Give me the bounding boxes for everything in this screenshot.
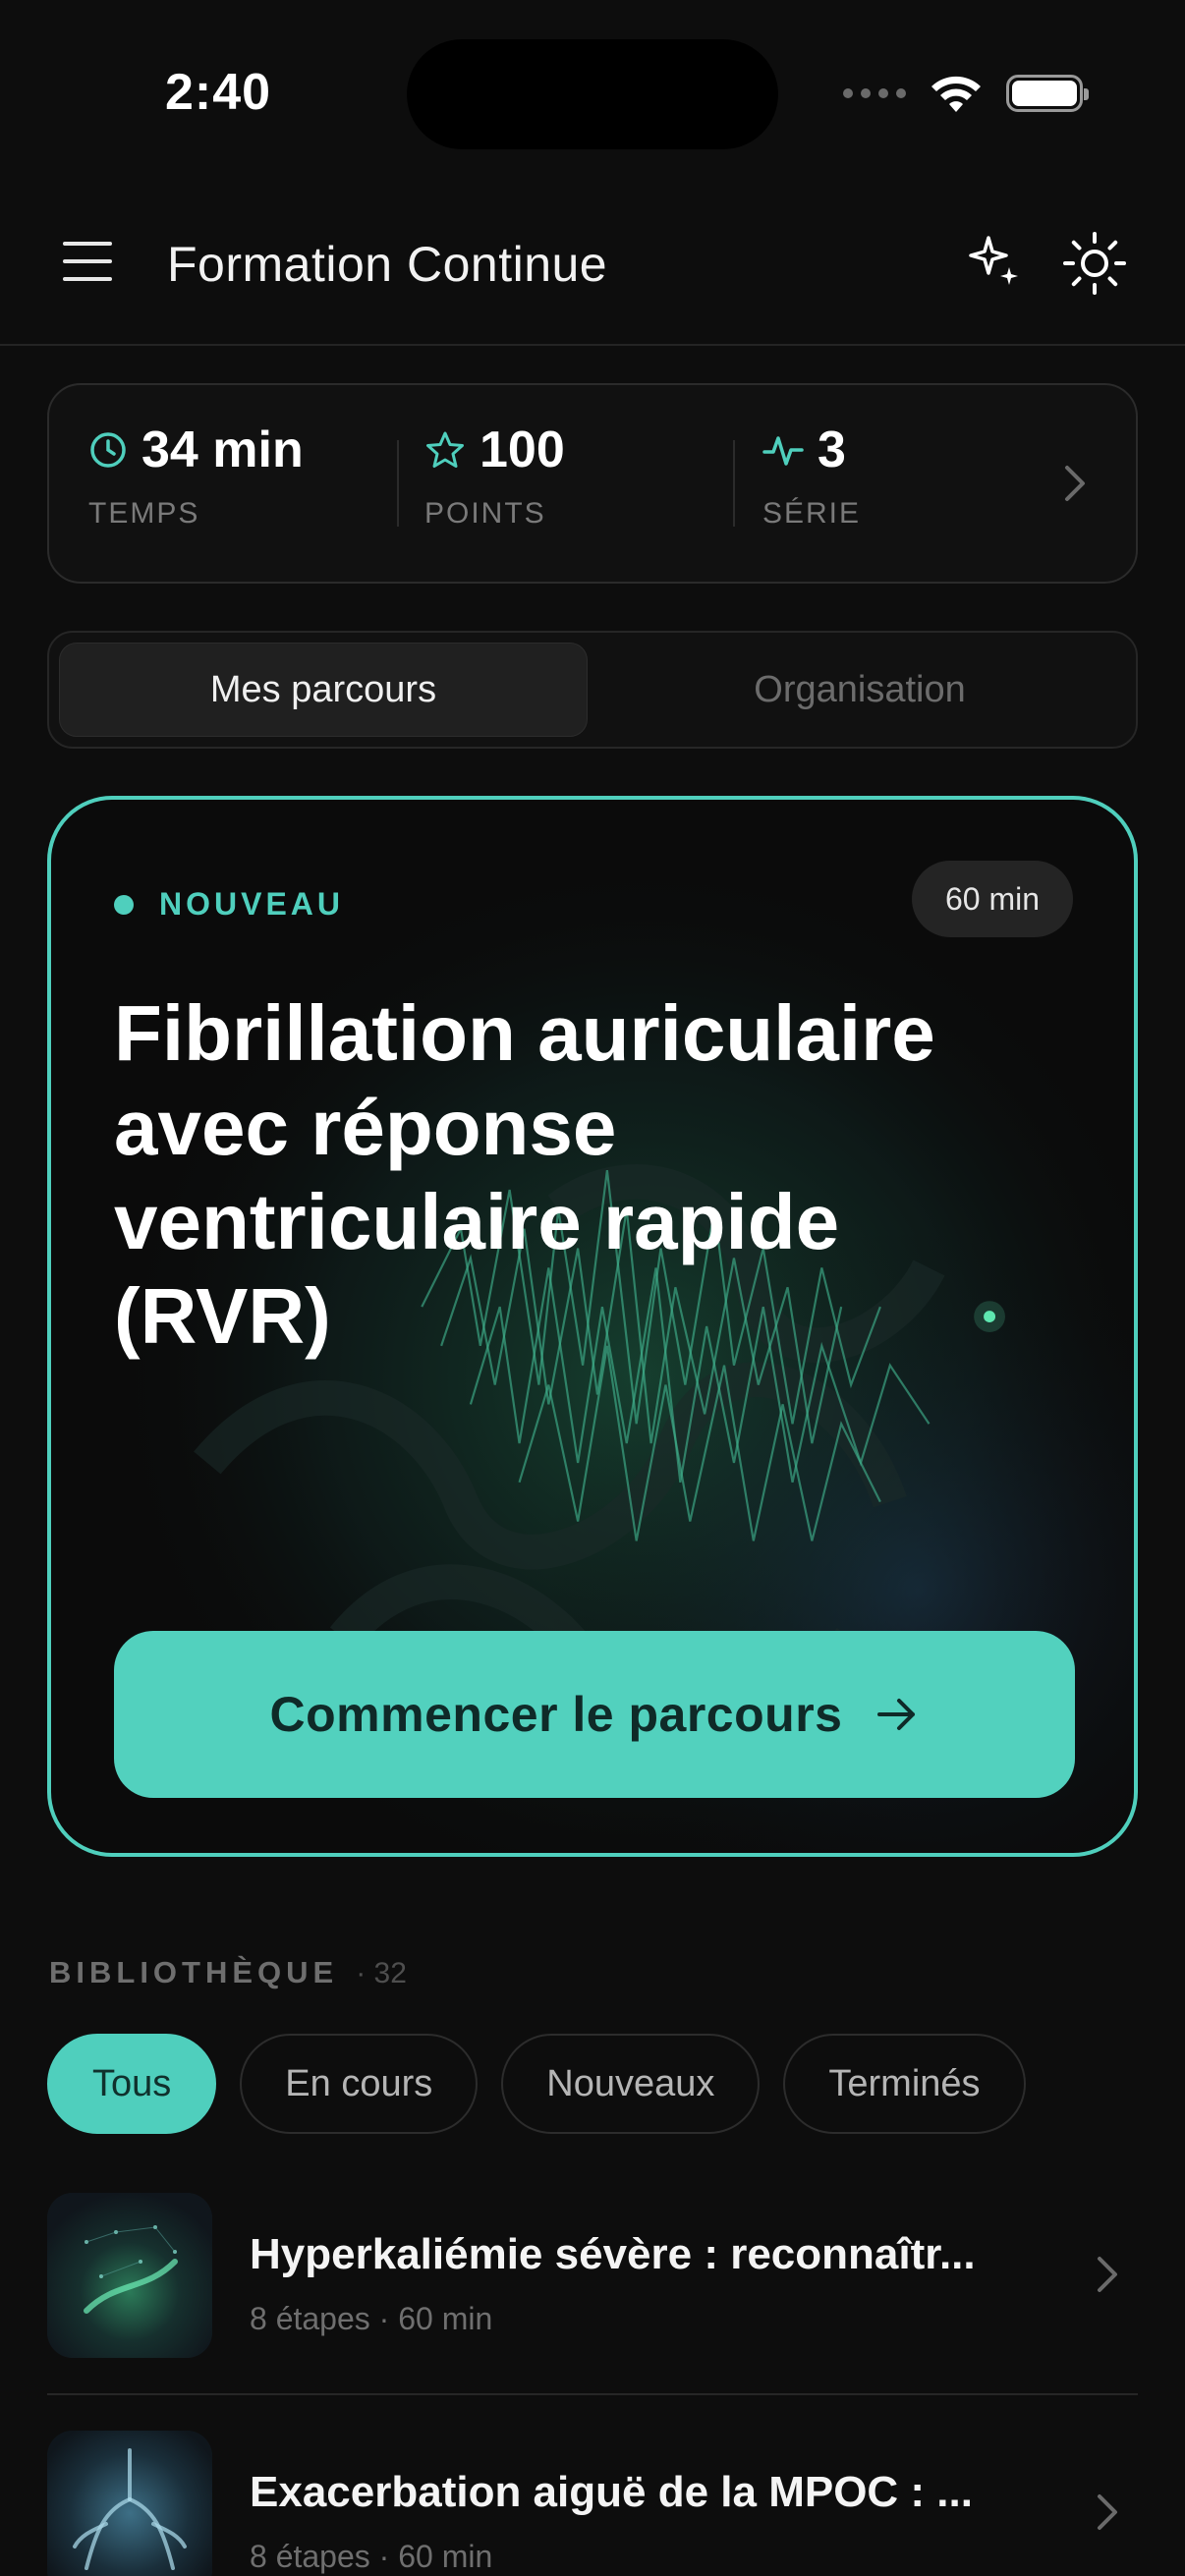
featured-title: Fibrillation auriculaire avec réponse ve… — [114, 989, 935, 1360]
new-badge-label: NOUVEAU — [159, 886, 345, 922]
list-divider — [47, 2393, 1138, 2395]
stat-points: 100 POINTS — [424, 420, 565, 531]
app-header: Formation Continue — [0, 187, 1185, 346]
dynamic-island — [407, 39, 778, 149]
page-title: Formation Continue — [167, 237, 608, 292]
app-screen: 2:40 Formation Continue 34 min TEMPS 100… — [0, 0, 1185, 2576]
start-course-button[interactable]: Commencer le parcours — [114, 1631, 1075, 1798]
stat-streak-value: 3 — [818, 421, 846, 478]
course-thumbnail — [47, 2193, 212, 2358]
filter-chip-nouveaux[interactable]: Nouveaux — [501, 2034, 761, 2134]
stats-card[interactable]: 34 min TEMPS 100 POINTS 3 SÉRIE — [47, 383, 1138, 584]
activity-icon — [762, 436, 804, 466]
chevron-right-icon — [1065, 466, 1085, 501]
list-item-meta: 8 étapes · 60 min — [250, 2301, 493, 2336]
status-icons — [843, 73, 1089, 114]
segmented-tabs: Mes parcours Organisation — [47, 631, 1138, 749]
stat-time: 34 min TEMPS — [88, 420, 304, 531]
cellular-signal-icon — [843, 88, 906, 98]
stat-streak-label: SÉRIE — [762, 497, 862, 530]
list-item[interactable]: Hyperkaliémie sévère : reconnaîtr... 8 é… — [47, 2193, 1138, 2389]
status-bar: 2:40 — [0, 0, 1185, 187]
tab-organisation[interactable]: Organisation — [595, 643, 1124, 737]
tab-mes-parcours[interactable]: Mes parcours — [59, 643, 588, 737]
stat-points-value: 100 — [480, 421, 565, 478]
duration-pill: 60 min — [911, 861, 1073, 937]
filter-chips: Tous En cours Nouveaux Terminés — [47, 2034, 1026, 2134]
status-dot-icon — [114, 894, 134, 915]
chevron-right-icon — [1098, 2494, 1117, 2530]
menu-icon[interactable] — [63, 242, 112, 281]
arrow-right-icon — [877, 1699, 916, 1730]
sparkle-icon[interactable] — [963, 230, 1026, 293]
course-thumbnail — [47, 2431, 212, 2576]
list-item-title: Hyperkaliémie sévère : reconnaîtr... — [250, 2230, 976, 2278]
status-time: 2:40 — [165, 64, 272, 121]
sun-icon[interactable] — [1061, 230, 1128, 297]
stat-points-label: POINTS — [424, 497, 546, 530]
clock-icon — [90, 432, 126, 468]
list-item-meta: 8 étapes · 60 min — [250, 2539, 493, 2574]
stat-divider — [397, 440, 399, 527]
filter-chip-en-cours[interactable]: En cours — [240, 2034, 479, 2134]
library-count: · 32 — [356, 1957, 407, 1989]
wifi-icon — [931, 76, 981, 112]
list-item-title: Exacerbation aiguë de la MPOC : ... — [250, 2468, 973, 2516]
chevron-right-icon — [1098, 2257, 1117, 2292]
featured-course-card[interactable]: NOUVEAU 60 min Fibrillation auriculaire … — [47, 796, 1138, 1857]
library-title: BIBLIOTHÈQUE — [49, 1955, 339, 1989]
star-icon — [426, 431, 464, 468]
new-badge: NOUVEAU — [114, 886, 344, 923]
stat-divider — [733, 440, 735, 527]
list-item[interactable]: Exacerbation aiguë de la MPOC : ... 8 ét… — [47, 2431, 1138, 2576]
stat-time-label: TEMPS — [88, 497, 200, 530]
filter-chip-tous[interactable]: Tous — [47, 2034, 217, 2134]
start-course-label: Commencer le parcours — [269, 1687, 843, 1742]
stat-streak: 3 SÉRIE — [762, 420, 861, 531]
battery-icon — [1006, 75, 1089, 112]
filter-chip-termines[interactable]: Terminés — [783, 2034, 1026, 2134]
stat-time-value: 34 min — [141, 421, 304, 478]
library-header: BIBLIOTHÈQUE · 32 — [49, 1955, 407, 1990]
